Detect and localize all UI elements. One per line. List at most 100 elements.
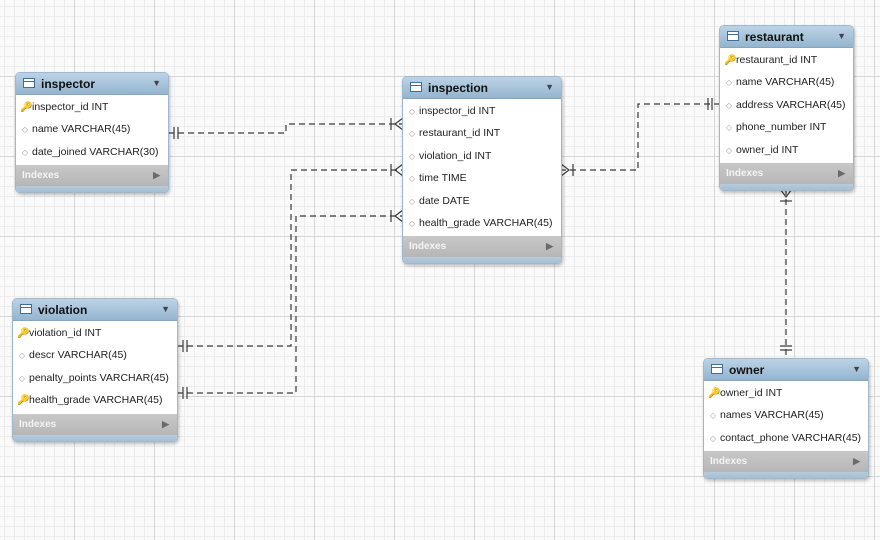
column-diamond-icon: ◇ (725, 100, 733, 110)
one-end-marker (182, 387, 188, 399)
primary-key-icon: 🔑 (17, 395, 30, 407)
table-footer (720, 183, 853, 190)
indexes-bar[interactable]: Indexes ▶ (403, 236, 561, 258)
table-footer (403, 257, 561, 264)
collapse-arrow-icon[interactable]: ▼ (852, 364, 861, 374)
indexes-bar[interactable]: Indexes ▶ (16, 165, 168, 187)
column-label: names VARCHAR(45) (720, 409, 824, 422)
column-label: owner_id INT (720, 387, 783, 399)
column-row[interactable]: 🔑restaurant_id INT (720, 49, 853, 71)
primary-key-icon: 🔑 (724, 55, 737, 66)
expand-arrow-icon[interactable]: ▶ (162, 414, 169, 435)
collapse-arrow-icon[interactable]: ▼ (545, 82, 554, 92)
column-diamond-icon: ◇ (408, 107, 416, 116)
column-label: restaurant_id INT (419, 127, 501, 140)
table-header[interactable]: restaurant ▼ (720, 26, 853, 48)
table-icon (23, 78, 35, 88)
table-name: restaurant (745, 30, 804, 44)
column-row[interactable]: 🔑health_grade VARCHAR(45) (13, 389, 177, 411)
expand-arrow-icon[interactable]: ▶ (853, 451, 860, 472)
indexes-bar[interactable]: Indexes ▶ (704, 451, 868, 473)
column-diamond-icon: ◇ (408, 196, 416, 206)
one-end-marker (182, 340, 188, 352)
collapse-arrow-icon[interactable]: ▼ (161, 304, 170, 314)
relationship-inspector-inspection[interactable] (168, 123, 403, 134)
column-diamond-icon: ◇ (408, 218, 416, 228)
column-row[interactable]: ◇ descr VARCHAR(45) (13, 344, 177, 366)
column-row[interactable]: ◇ name VARCHAR(45) (720, 71, 853, 93)
column-row[interactable]: ◇ date DATE (403, 190, 561, 212)
column-diamond-icon: ◇ (709, 411, 717, 421)
column-label: violation_id INT (29, 327, 102, 339)
column-row[interactable]: 🔑inspector_id INT (16, 96, 168, 118)
column-label: address VARCHAR(45) (736, 98, 846, 111)
relationship-restaurant-inspection[interactable] (561, 103, 720, 171)
column-row[interactable]: ◇ names VARCHAR(45) (704, 404, 868, 426)
column-label: descr VARCHAR(45) (29, 349, 127, 362)
column-label: health_grade VARCHAR(45) (419, 216, 553, 229)
column-row[interactable]: ◇ contact_phone VARCHAR(45) (704, 427, 868, 449)
column-diamond-icon: ◇ (408, 129, 416, 139)
indexes-label: Indexes (710, 456, 748, 468)
expand-arrow-icon[interactable]: ▶ (838, 163, 845, 184)
column-label: contact_phone VARCHAR(45) (720, 431, 862, 444)
table-name: inspection (428, 81, 489, 95)
table-inspection[interactable]: inspection ▼ ◇ inspector_id INT ◇ restaura… (402, 76, 562, 265)
table-header[interactable]: inspection ▼ (403, 77, 561, 99)
expand-arrow-icon[interactable]: ▶ (546, 236, 553, 257)
table-restaurant[interactable]: restaurant ▼ 🔑restaurant_id INT ◇ name VA… (719, 25, 854, 191)
column-label: health_grade VARCHAR(45) (29, 394, 163, 407)
column-label: owner_id INT (736, 143, 799, 156)
table-owner[interactable]: owner ▼ 🔑owner_id INT ◇ names VARCHAR(45)… (703, 358, 869, 480)
column-row[interactable]: ◇ name VARCHAR(45) (16, 118, 168, 140)
table-footer (16, 186, 168, 193)
column-label: inspector_id INT (32, 101, 109, 113)
column-row[interactable]: ◇ penalty_points VARCHAR(45) (13, 367, 177, 389)
table-header[interactable]: violation ▼ (13, 299, 177, 321)
column-label: name VARCHAR(45) (32, 123, 131, 136)
column-row[interactable]: ◇ violation_id INT (403, 145, 561, 167)
relationship-violation-inspection-time[interactable] (177, 169, 403, 347)
table-inspector[interactable]: inspector ▼ 🔑inspector_id INT ◇ name VARC… (15, 72, 169, 194)
column-label: restaurant_id INT (736, 54, 818, 66)
column-diamond-icon: ◇ (725, 145, 733, 155)
table-header[interactable]: owner ▼ (704, 359, 868, 381)
expand-arrow-icon[interactable]: ▶ (153, 165, 160, 186)
relationship-violation-inspection-grade[interactable] (177, 215, 403, 394)
column-label: time TIME (419, 172, 467, 185)
column-diamond-icon: ◇ (725, 123, 733, 133)
column-label: date_joined VARCHAR(30) (32, 145, 159, 158)
table-icon (20, 304, 32, 314)
column-row[interactable]: ◇ time TIME (403, 167, 561, 189)
column-row[interactable]: ◇ restaurant_id INT (403, 122, 561, 144)
table-header[interactable]: inspector ▼ (16, 73, 168, 95)
column-row[interactable]: 🔑violation_id INT (13, 322, 177, 344)
table-name: inspector (41, 77, 96, 91)
indexes-bar[interactable]: Indexes ▶ (720, 162, 853, 184)
table-violation[interactable]: violation ▼ 🔑violation_id INT ◇ descr VAR… (12, 298, 178, 442)
collapse-arrow-icon[interactable]: ▼ (152, 78, 161, 88)
indexes-bar[interactable]: Indexes ▶ (13, 413, 177, 435)
column-diamond-icon: ◇ (21, 125, 29, 135)
column-row[interactable]: ◇ health_grade VARCHAR(45) (403, 212, 561, 234)
column-label: penalty_points VARCHAR(45) (29, 371, 169, 384)
column-label: date DATE (419, 194, 470, 207)
table-icon (727, 31, 739, 41)
table-footer (13, 434, 177, 441)
column-row[interactable]: ◇ address VARCHAR(45) (720, 94, 853, 116)
column-diamond-icon: ◇ (21, 147, 29, 157)
table-name: violation (38, 303, 88, 317)
column-label: name VARCHAR(45) (736, 76, 835, 89)
collapse-arrow-icon[interactable]: ▼ (837, 31, 846, 41)
column-row[interactable]: 🔑owner_id INT (704, 382, 868, 404)
column-row[interactable]: ◇ phone_number INT (720, 116, 853, 138)
column-diamond-icon: ◇ (709, 433, 717, 443)
column-label: inspector_id INT (419, 105, 496, 117)
column-label: phone_number INT (736, 121, 827, 134)
indexes-label: Indexes (409, 241, 447, 253)
column-row[interactable]: ◇ date_joined VARCHAR(30) (16, 141, 168, 163)
indexes-label: Indexes (22, 170, 60, 182)
column-row[interactable]: ◇ inspector_id INT (403, 100, 561, 122)
column-diamond-icon: ◇ (18, 351, 26, 361)
column-row[interactable]: ◇ owner_id INT (720, 139, 853, 161)
